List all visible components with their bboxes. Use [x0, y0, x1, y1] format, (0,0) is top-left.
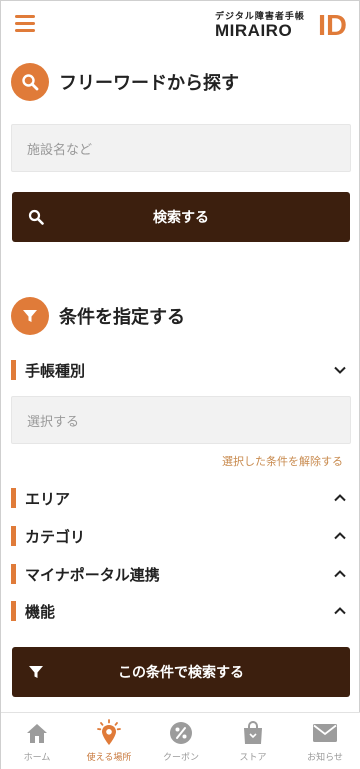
- nav-places-label: 使える場所: [86, 753, 132, 763]
- filter-function-label: 機能: [25, 602, 56, 621]
- select-placeholder: 選択する: [27, 414, 80, 430]
- chevron-up-icon: [334, 570, 346, 578]
- app-header: デジタル障害者手帳 MIRAIRO ID: [1, 1, 360, 51]
- nav-coupon[interactable]: クーポン: [145, 713, 217, 769]
- map-pin-icon: [95, 719, 123, 747]
- filter-category[interactable]: カテゴリ: [11, 525, 351, 547]
- conditions-section-title: 条件を指定する: [11, 297, 185, 335]
- facility-search-input[interactable]: 施設名など: [11, 124, 351, 172]
- chevron-up-icon: [334, 532, 346, 540]
- search-icon: [28, 209, 44, 225]
- freeword-search-label: 検索する: [153, 210, 209, 226]
- search-icon: [11, 63, 49, 101]
- filter-mynaportal[interactable]: マイナポータル連携: [11, 563, 351, 585]
- filter-function[interactable]: 機能: [11, 600, 351, 622]
- filter-techou-type[interactable]: 手帳種別: [11, 359, 351, 381]
- app-frame: デジタル障害者手帳 MIRAIRO ID フリーワードから探す 施設名など 検索…: [0, 0, 360, 769]
- nav-coupon-label: クーポン: [162, 753, 199, 763]
- freeword-title: フリーワードから探す: [59, 73, 239, 94]
- filter-techou-label: 手帳種別: [25, 361, 86, 380]
- nav-news[interactable]: お知らせ: [289, 713, 360, 769]
- filter-icon: [11, 297, 49, 335]
- chevron-down-icon: [334, 366, 346, 374]
- logo-id-mark: ID: [318, 10, 347, 42]
- filter-icon: [28, 664, 44, 680]
- filter-mynaportal-label: マイナポータル連携: [25, 565, 160, 584]
- nav-home[interactable]: ホーム: [1, 713, 73, 769]
- techou-type-select[interactable]: 選択する: [11, 396, 351, 444]
- condition-search-button[interactable]: この条件で検索する: [12, 647, 350, 697]
- nav-store-label: ストア: [239, 753, 267, 763]
- chevron-up-icon: [334, 494, 346, 502]
- home-icon: [23, 719, 51, 747]
- nav-news-label: お知らせ: [307, 753, 343, 763]
- search-input-placeholder: 施設名など: [27, 142, 93, 158]
- mail-icon: [311, 719, 339, 747]
- shopping-bag-icon: [239, 719, 267, 747]
- filter-area-label: エリア: [25, 489, 71, 508]
- bottom-navigation: ホーム 使える場所 クーポン ストア お知らせ: [1, 712, 360, 769]
- condition-search-label: この条件で検索する: [118, 665, 244, 681]
- app-logo[interactable]: デジタル障害者手帳 MIRAIRO ID: [215, 9, 347, 41]
- clear-conditions-link[interactable]: 選択した条件を解除する: [222, 453, 343, 469]
- nav-store[interactable]: ストア: [217, 713, 289, 769]
- freeword-section-title: フリーワードから探す: [11, 63, 239, 101]
- filter-area[interactable]: エリア: [11, 487, 351, 509]
- filter-category-label: カテゴリ: [25, 527, 86, 546]
- nav-places[interactable]: 使える場所: [73, 713, 145, 769]
- freeword-search-button[interactable]: 検索する: [12, 192, 350, 242]
- menu-icon[interactable]: [15, 15, 35, 33]
- coupon-icon: [167, 719, 195, 747]
- nav-home-label: ホーム: [23, 753, 51, 763]
- conditions-title: 条件を指定する: [59, 307, 185, 328]
- chevron-up-icon: [334, 607, 346, 615]
- logo-wordmark: MIRAIRO: [215, 21, 293, 40]
